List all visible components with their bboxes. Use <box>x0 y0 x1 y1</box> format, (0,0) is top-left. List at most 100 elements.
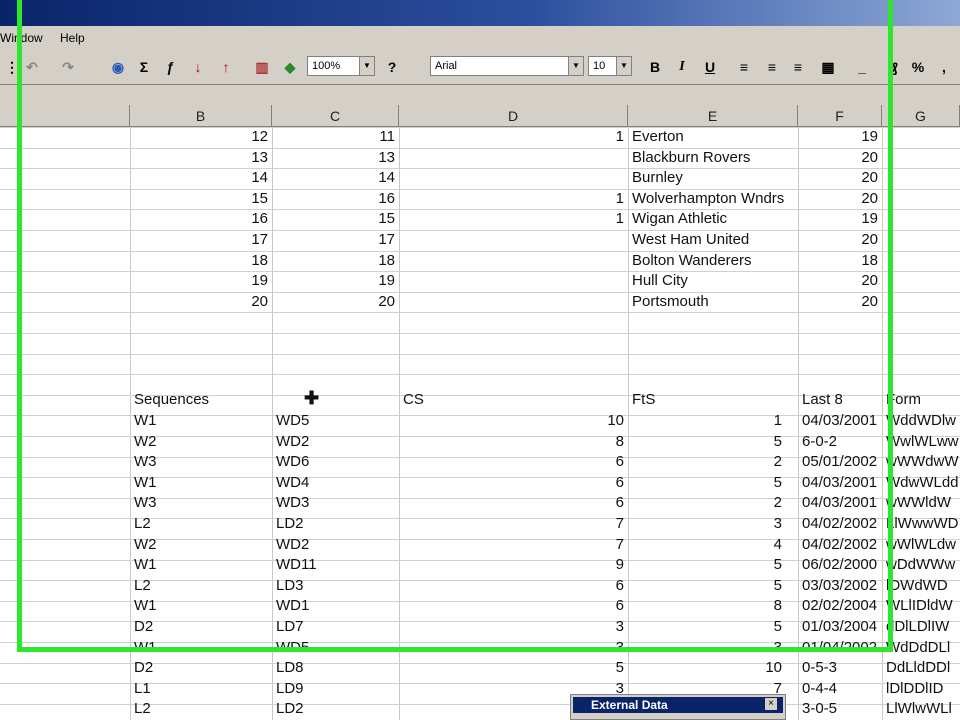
cell-d[interactable] <box>403 292 624 312</box>
cell-header-form[interactable]: Form <box>886 390 960 410</box>
cell-d[interactable]: 1 <box>403 189 624 209</box>
cell-d[interactable] <box>403 148 624 168</box>
cell-c[interactable]: LD2 <box>276 514 395 534</box>
cell-d[interactable]: 6 <box>403 576 624 596</box>
cell-e[interactable]: 5 <box>632 432 782 452</box>
menu-help[interactable]: Help <box>60 31 85 45</box>
cell-f[interactable]: 01/04/2002 <box>802 638 882 658</box>
cell-d[interactable]: 10 <box>403 411 624 431</box>
font-size-select[interactable]: 10 ▼ <box>588 56 632 76</box>
currency-icon[interactable]: ₰ <box>884 58 904 76</box>
cell-d[interactable] <box>403 230 624 250</box>
cell-f[interactable]: 06/02/2000 <box>802 555 882 575</box>
cell-d[interactable] <box>403 271 624 291</box>
cell-g[interactable]: wWlWLdw <box>886 535 960 555</box>
function-icon[interactable]: ƒ <box>160 58 180 76</box>
cell-b[interactable]: W1 <box>134 596 268 616</box>
cell-c[interactable]: WD11 <box>276 555 395 575</box>
border-icon[interactable]: _ <box>852 58 872 76</box>
cell-b[interactable]: 14 <box>134 168 268 188</box>
cell-f[interactable]: 01/03/2004 <box>802 617 882 637</box>
cell-g[interactable]: LlWlwWLl <box>886 699 960 719</box>
cell-d[interactable]: 9 <box>403 555 624 575</box>
percent-button[interactable]: % <box>908 58 928 76</box>
cell-c[interactable]: WD2 <box>276 432 395 452</box>
cell-b[interactable]: D2 <box>134 658 268 678</box>
align-right-icon[interactable]: ≡ <box>788 58 808 76</box>
cell-c[interactable]: WD3 <box>276 493 395 513</box>
cell-c[interactable]: LD9 <box>276 679 395 699</box>
cell-c[interactable]: LD2 <box>276 699 395 719</box>
cell-e[interactable]: 5 <box>632 473 782 493</box>
cell-f[interactable]: 6-0-2 <box>802 432 882 452</box>
bold-button[interactable]: B <box>645 58 665 76</box>
cell-g[interactable]: DdLldDDl <box>886 658 960 678</box>
cell-c[interactable]: 19 <box>276 271 395 291</box>
cell-e[interactable]: 4 <box>632 535 782 555</box>
hyperlink-icon[interactable]: ◉ <box>108 58 128 76</box>
cell-e[interactable]: Hull City <box>632 271 794 291</box>
cell-c[interactable]: WD1 <box>276 596 395 616</box>
help-icon[interactable]: ? <box>382 58 402 76</box>
align-center-icon[interactable]: ≡ <box>762 58 782 76</box>
font-size-dropdown-icon[interactable]: ▼ <box>616 57 631 75</box>
cell-e[interactable]: West Ham United <box>632 230 794 250</box>
cell-c[interactable]: LD3 <box>276 576 395 596</box>
cell-d[interactable]: 1 <box>403 127 624 147</box>
cell-e[interactable]: 5 <box>632 576 782 596</box>
cell-e[interactable]: Wigan Athletic <box>632 209 794 229</box>
align-left-icon[interactable]: ≡ <box>734 58 754 76</box>
cell-b[interactable]: L1 <box>134 679 268 699</box>
sort-ascending-icon[interactable]: ↓ <box>188 58 208 76</box>
cell-b[interactable]: W2 <box>134 535 268 555</box>
font-select[interactable]: Arial ▼ <box>430 56 584 76</box>
cell-f[interactable]: 0-4-4 <box>802 679 882 699</box>
cell-f[interactable]: 3-0-5 <box>802 699 882 719</box>
cell-g[interactable]: WdDdDLl <box>886 638 960 658</box>
column-header-e[interactable]: E <box>628 105 798 127</box>
cell-c[interactable]: WD5 <box>276 638 395 658</box>
cell-b[interactable]: 20 <box>134 292 268 312</box>
cell-f[interactable]: 20 <box>802 292 878 312</box>
cell-c[interactable]: 17 <box>276 230 395 250</box>
undo-icon[interactable]: ↶ <box>22 58 42 76</box>
cell-g[interactable]: WdwWLdd <box>886 473 960 493</box>
cell-header-sequences[interactable]: Sequences <box>134 390 268 410</box>
cell-c[interactable]: WD6 <box>276 452 395 472</box>
cell-b[interactable]: W1 <box>134 638 268 658</box>
cell-b[interactable]: 15 <box>134 189 268 209</box>
column-header-g[interactable]: G <box>882 105 960 127</box>
cell-f[interactable]: 04/03/2001 <box>802 493 882 513</box>
column-header-c[interactable]: C <box>272 105 399 127</box>
cell-e[interactable]: 8 <box>632 596 782 616</box>
cell-b[interactable]: 17 <box>134 230 268 250</box>
cell-b[interactable]: W2 <box>134 432 268 452</box>
cell-f[interactable]: 05/01/2002 <box>802 452 882 472</box>
cell-f[interactable]: 04/02/2002 <box>802 514 882 534</box>
cell-d[interactable]: 1 <box>403 209 624 229</box>
cell-d[interactable]: 3 <box>403 638 624 658</box>
cell-d[interactable]: 8 <box>403 432 624 452</box>
cell-e[interactable]: 10 <box>632 658 782 678</box>
column-header-d[interactable]: D <box>399 105 628 127</box>
cell-g[interactable]: wWWdwW <box>886 452 960 472</box>
cell-f[interactable]: 20 <box>802 148 878 168</box>
cell-e[interactable]: Portsmouth <box>632 292 794 312</box>
cell-e[interactable]: 3 <box>632 514 782 534</box>
cell-c[interactable]: 18 <box>276 251 395 271</box>
cell-e[interactable]: 5 <box>632 555 782 575</box>
cell-c[interactable]: LD7 <box>276 617 395 637</box>
column-header-b[interactable]: B <box>130 105 272 127</box>
cell-c[interactable]: 16 <box>276 189 395 209</box>
cell-b[interactable]: D2 <box>134 617 268 637</box>
cell-g[interactable]: LlWwwWD <box>886 514 960 534</box>
cell-g[interactable]: lDWdWD <box>886 576 960 596</box>
cell-d[interactable] <box>403 168 624 188</box>
cell-f[interactable]: 20 <box>802 168 878 188</box>
cell-d[interactable] <box>403 251 624 271</box>
cell-e[interactable]: Blackburn Rovers <box>632 148 794 168</box>
cell-d[interactable]: 3 <box>403 617 624 637</box>
zoom-dropdown-icon[interactable]: ▼ <box>359 57 374 75</box>
cell-b[interactable]: 19 <box>134 271 268 291</box>
cell-f[interactable]: 20 <box>802 189 878 209</box>
